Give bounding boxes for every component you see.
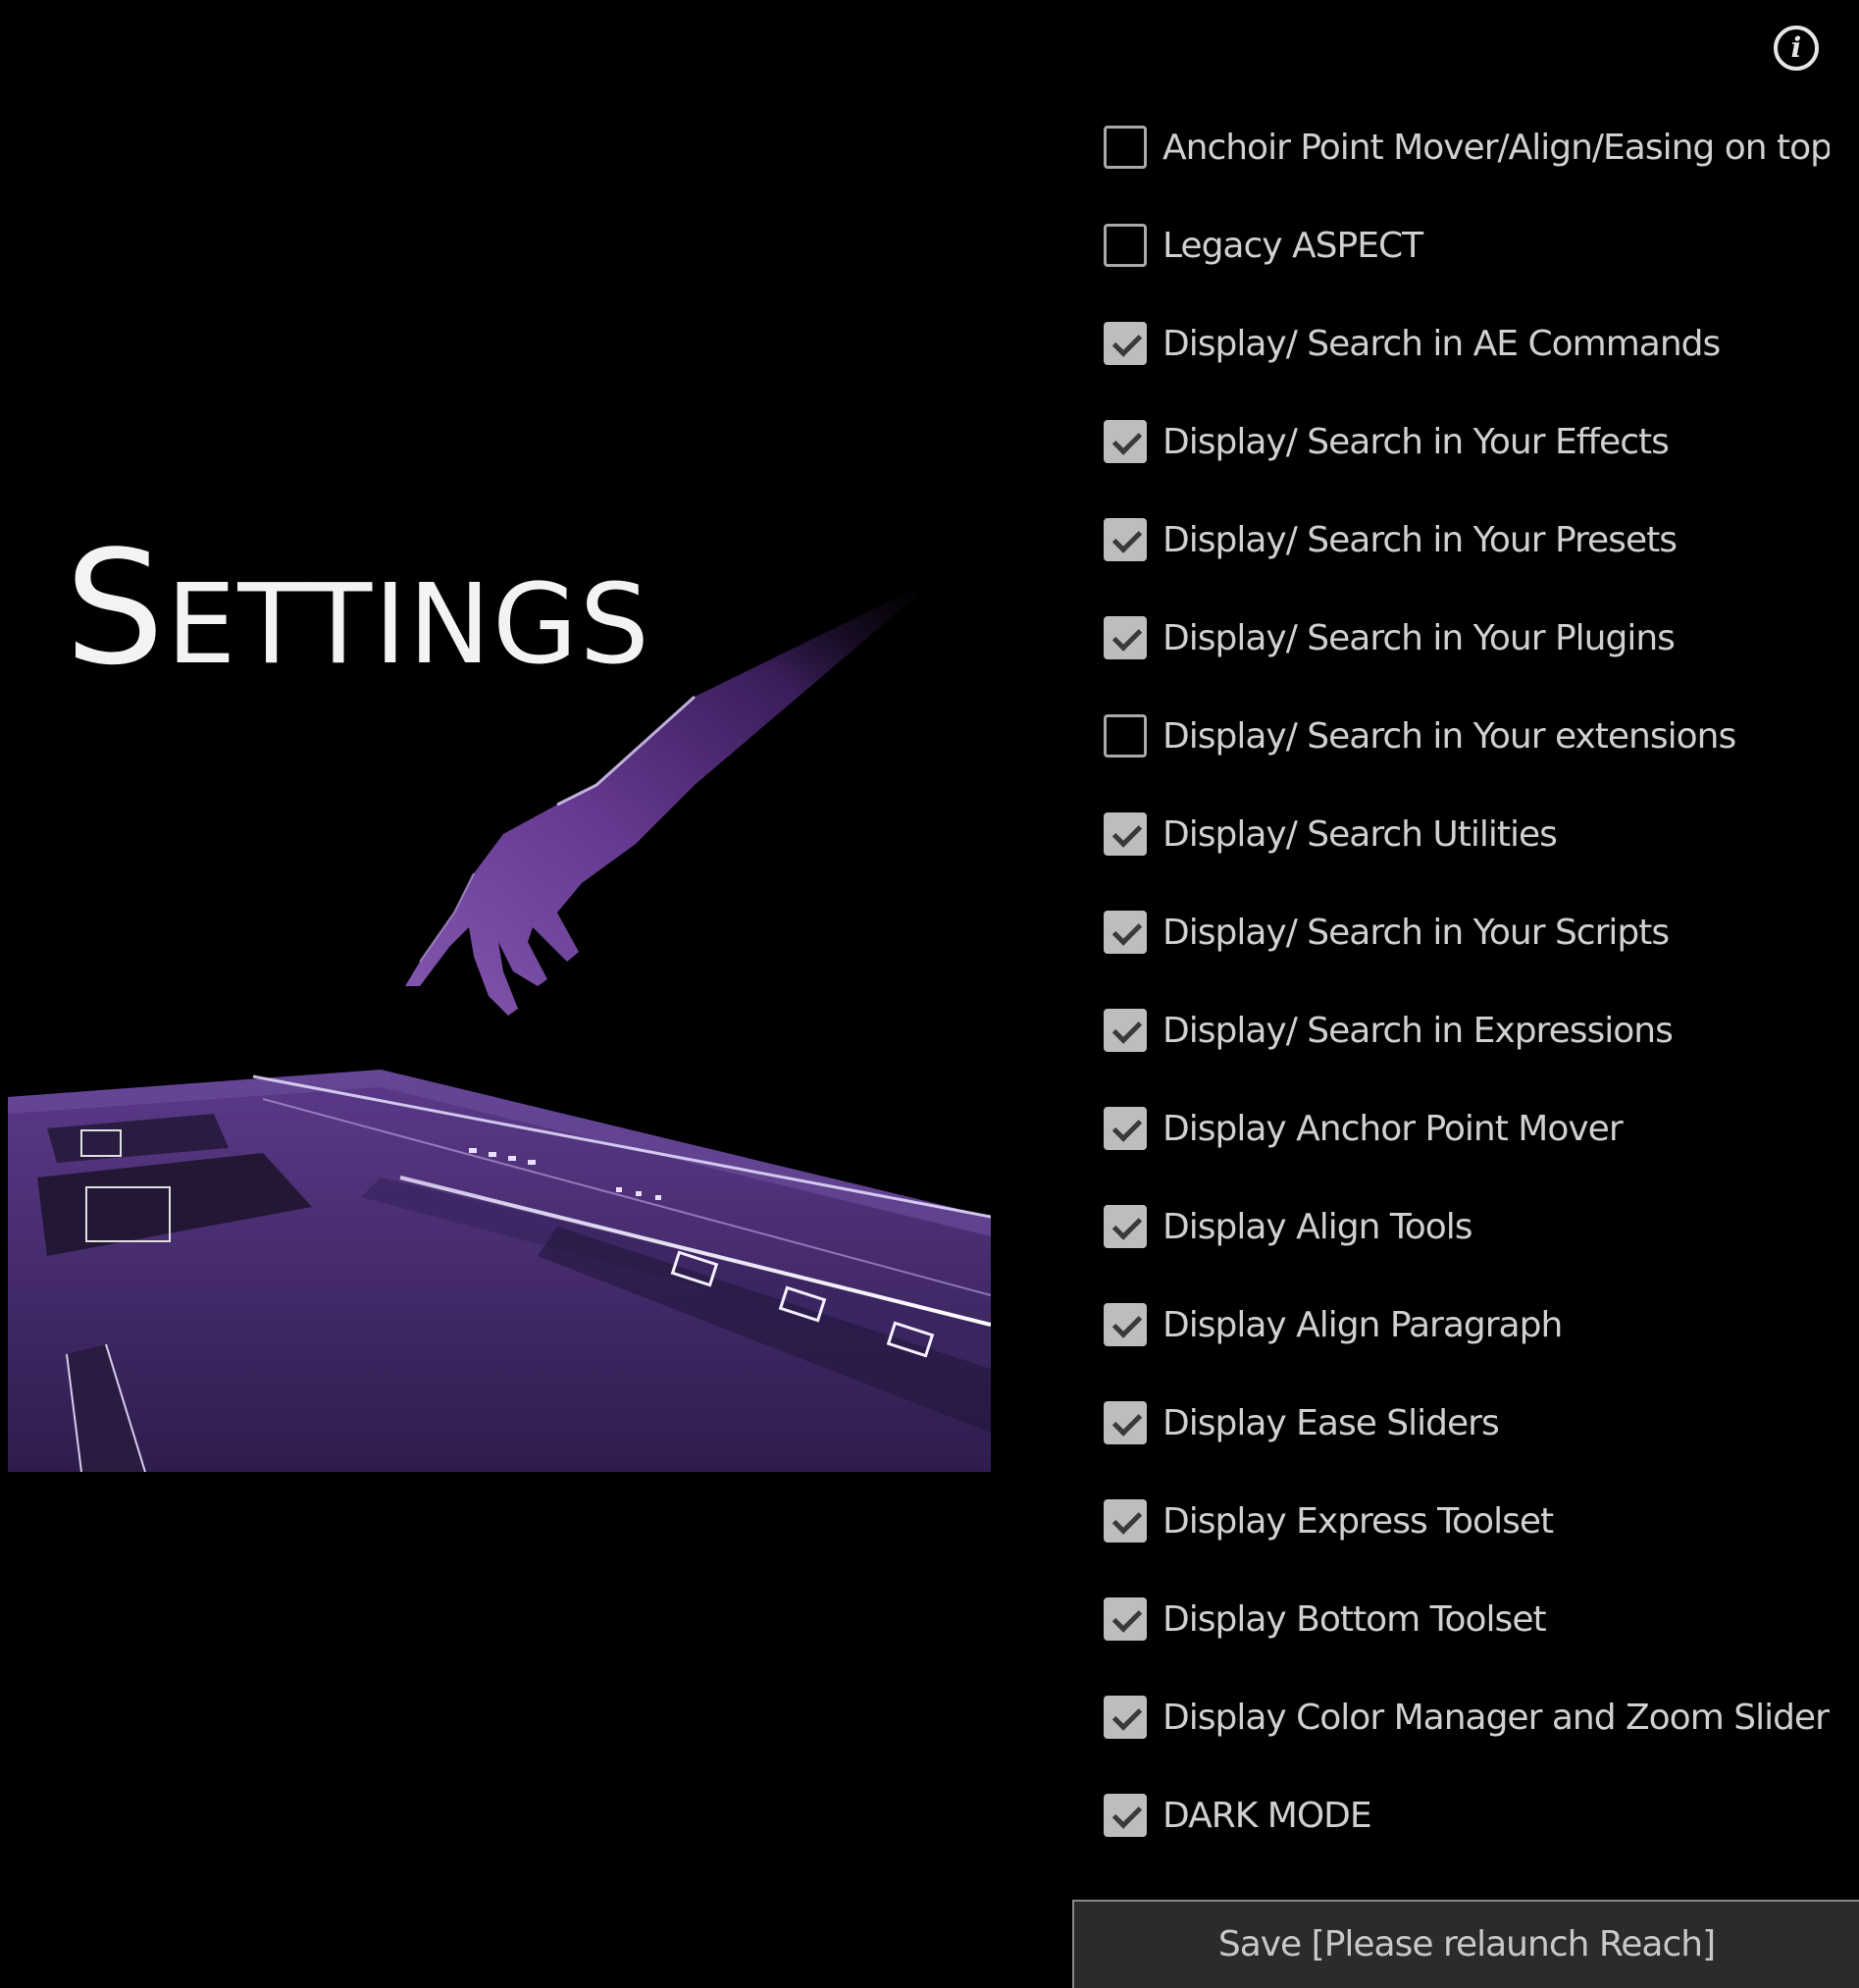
- option-label: Display Align Tools: [1162, 1206, 1473, 1247]
- checkbox-checked[interactable]: [1104, 1107, 1147, 1150]
- option-label: Display/ Search in Expressions: [1162, 1010, 1674, 1051]
- settings-option[interactable]: Display/ Search in Your Scripts: [1104, 883, 1830, 981]
- info-icon[interactable]: i: [1774, 26, 1819, 71]
- settings-option[interactable]: Display Bottom Toolset: [1104, 1570, 1830, 1668]
- option-label: Display/ Search in Your Effects: [1162, 421, 1670, 462]
- settings-option-list: Anchoir Point Mover/Align/Easing on top L…: [1104, 98, 1830, 1864]
- settings-option[interactable]: Display Align Tools: [1104, 1177, 1830, 1276]
- option-label: Display/ Search Utilities: [1162, 813, 1558, 855]
- option-label: Display/ Search in Your Presets: [1162, 519, 1678, 560]
- checkbox-checked[interactable]: [1104, 911, 1147, 954]
- option-label: Display Bottom Toolset: [1162, 1598, 1547, 1640]
- checkbox-checked[interactable]: [1104, 518, 1147, 561]
- settings-option[interactable]: Display Align Paragraph: [1104, 1276, 1830, 1374]
- save-button[interactable]: Save [Please relaunch Reach]: [1072, 1900, 1859, 1988]
- settings-option[interactable]: Display/ Search in Expressions: [1104, 981, 1830, 1079]
- checkbox-checked[interactable]: [1104, 1499, 1147, 1543]
- desk-graphic: [8, 1070, 991, 1473]
- option-label: Display Anchor Point Mover: [1162, 1108, 1624, 1149]
- settings-option[interactable]: Display Anchor Point Mover: [1104, 1079, 1830, 1177]
- checkbox-checked[interactable]: [1104, 812, 1147, 856]
- checkbox-checked[interactable]: [1104, 1794, 1147, 1837]
- settings-option[interactable]: Display Color Manager and Zoom Slider: [1104, 1668, 1830, 1766]
- settings-option[interactable]: Display/ Search in Your Effects: [1104, 392, 1830, 491]
- option-label: DARK MODE: [1162, 1795, 1372, 1836]
- hero-illustration: [8, 584, 991, 1473]
- option-label: Legacy ASPECT: [1162, 225, 1423, 266]
- option-label: Display Color Manager and Zoom Slider: [1162, 1697, 1830, 1738]
- option-label: Anchoir Point Mover/Align/Easing on top: [1162, 127, 1830, 168]
- option-label: Display/ Search in AE Commands: [1162, 323, 1721, 364]
- settings-option[interactable]: Display/ Search in Your Presets: [1104, 491, 1830, 589]
- settings-option[interactable]: Anchoir Point Mover/Align/Easing on top: [1104, 98, 1830, 196]
- settings-option[interactable]: DARK MODE: [1104, 1766, 1830, 1864]
- checkbox-checked[interactable]: [1104, 1009, 1147, 1052]
- checkbox-checked[interactable]: [1104, 1205, 1147, 1248]
- checkbox-unchecked[interactable]: [1104, 224, 1147, 267]
- checkbox-checked[interactable]: [1104, 1597, 1147, 1641]
- option-label: Display Ease Sliders: [1162, 1402, 1500, 1443]
- settings-option[interactable]: Display Ease Sliders: [1104, 1374, 1830, 1472]
- option-label: Display/ Search in Your Scripts: [1162, 912, 1670, 953]
- option-label: Display/ Search in Your Plugins: [1162, 617, 1676, 658]
- settings-option[interactable]: Legacy ASPECT: [1104, 196, 1830, 294]
- option-label: Display/ Search in Your extensions: [1162, 715, 1736, 757]
- option-label: Display Align Paragraph: [1162, 1304, 1563, 1345]
- checkbox-checked[interactable]: [1104, 420, 1147, 463]
- checkbox-checked[interactable]: [1104, 1696, 1147, 1739]
- checkbox-checked[interactable]: [1104, 1303, 1147, 1346]
- settings-option[interactable]: Display/ Search Utilities: [1104, 785, 1830, 883]
- checkbox-checked[interactable]: [1104, 616, 1147, 659]
- settings-option[interactable]: Display/ Search in Your Plugins: [1104, 589, 1830, 687]
- checkbox-unchecked[interactable]: [1104, 126, 1147, 169]
- checkbox-checked[interactable]: [1104, 322, 1147, 365]
- checkbox-unchecked[interactable]: [1104, 714, 1147, 758]
- option-label: Display Express Toolset: [1162, 1500, 1554, 1542]
- settings-option[interactable]: Display Express Toolset: [1104, 1472, 1830, 1570]
- settings-option[interactable]: Display/ Search in AE Commands: [1104, 294, 1830, 392]
- hand-graphic: [405, 584, 925, 1016]
- checkbox-checked[interactable]: [1104, 1401, 1147, 1444]
- settings-option[interactable]: Display/ Search in Your extensions: [1104, 687, 1830, 785]
